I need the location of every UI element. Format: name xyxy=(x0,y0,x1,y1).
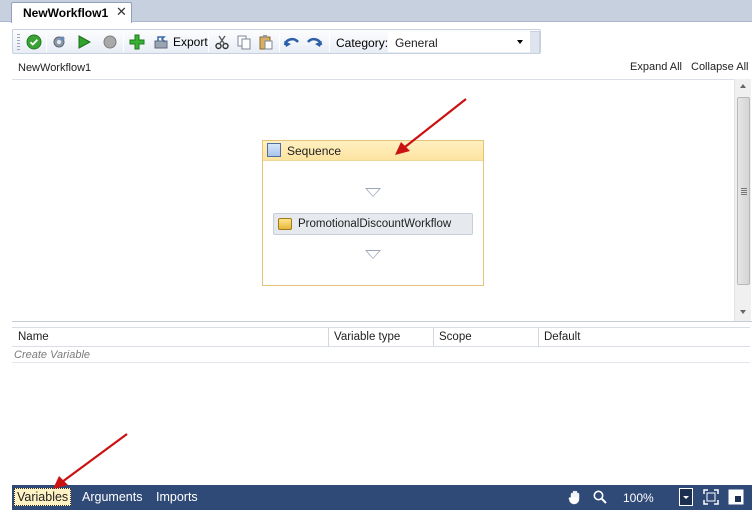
toolbar-overflow-handle[interactable] xyxy=(530,31,540,54)
create-variable-row[interactable]: Create Variable xyxy=(14,349,90,361)
column-divider[interactable] xyxy=(433,328,434,347)
column-header-scope[interactable]: Scope xyxy=(439,331,472,343)
sequence-icon xyxy=(267,143,281,157)
document-tab-strip: NewWorkflow1 ✕ xyxy=(0,0,752,23)
expand-all-link[interactable]: Expand All xyxy=(630,61,682,73)
zoom-magnifier-icon[interactable] xyxy=(592,489,608,505)
variables-grid-header: Name Variable type Scope Default xyxy=(12,327,750,347)
cut-icon[interactable] xyxy=(213,33,231,51)
chevron-down-icon xyxy=(517,40,523,44)
toolbar-separator xyxy=(123,33,124,52)
toolbar-separator xyxy=(46,33,47,52)
sequence-activity[interactable]: Sequence PromotionalDiscountWorkflow xyxy=(262,140,484,286)
gear-icon[interactable] xyxy=(50,33,68,51)
close-icon[interactable]: ✕ xyxy=(116,4,127,20)
overview-map-icon[interactable] xyxy=(728,489,744,505)
run-icon[interactable] xyxy=(75,33,93,51)
collapse-all-link[interactable]: Collapse All xyxy=(691,61,748,73)
column-divider[interactable] xyxy=(328,328,329,347)
activity-promotional-discount-workflow[interactable]: PromotionalDiscountWorkflow xyxy=(273,213,473,235)
check-circle-icon[interactable] xyxy=(25,33,43,51)
activity-label: PromotionalDiscountWorkflow xyxy=(298,218,452,230)
add-icon[interactable] xyxy=(128,33,146,51)
workflow-activity-icon xyxy=(278,218,292,230)
drop-target-arrow-icon[interactable] xyxy=(365,188,381,197)
scrollbar-thumb[interactable] xyxy=(737,97,750,285)
zoom-dropdown-icon[interactable] xyxy=(678,488,694,506)
breadcrumb: NewWorkflow1 Expand All Collapse All xyxy=(12,59,752,79)
breadcrumb-item[interactable]: NewWorkflow1 xyxy=(18,62,91,74)
tab-newworkflow1[interactable]: NewWorkflow1 ✕ xyxy=(11,2,132,23)
pan-hand-icon[interactable] xyxy=(567,489,583,505)
toolbar-grip[interactable] xyxy=(17,34,20,51)
sequence-title: Sequence xyxy=(287,144,342,158)
designer-vertical-scrollbar[interactable] xyxy=(734,79,751,321)
undo-icon[interactable] xyxy=(283,33,301,51)
designer-toolbar: Export Category: General xyxy=(12,29,541,54)
fit-to-screen-icon[interactable] xyxy=(703,489,719,505)
variables-panel: Name Variable type Scope Default Create … xyxy=(12,321,752,485)
variables-tab[interactable]: Variables xyxy=(14,488,72,506)
scroll-down-icon[interactable] xyxy=(740,310,746,314)
zoom-level: 100% xyxy=(623,491,654,505)
column-header-variable-type[interactable]: Variable type xyxy=(334,331,400,343)
toolbar-separator xyxy=(208,33,209,52)
category-dropdown[interactable]: General xyxy=(388,32,530,52)
column-header-name[interactable]: Name xyxy=(18,331,49,343)
scroll-grip-icon xyxy=(741,188,747,195)
paste-icon[interactable] xyxy=(257,33,275,51)
toolbar-separator xyxy=(279,33,280,52)
designer-bottom-bar: Variables Arguments Imports 100% xyxy=(12,485,752,510)
grid-row-divider xyxy=(12,362,750,363)
drop-target-arrow-icon[interactable] xyxy=(365,250,381,259)
export-icon[interactable] xyxy=(152,33,170,51)
arguments-tab[interactable]: Arguments xyxy=(82,490,142,504)
toolbar-separator xyxy=(329,33,330,52)
redo-icon[interactable] xyxy=(305,33,323,51)
column-header-default[interactable]: Default xyxy=(544,331,580,343)
stop-icon[interactable] xyxy=(101,33,119,51)
column-divider[interactable] xyxy=(538,328,539,347)
category-value: General xyxy=(395,36,438,50)
sequence-header[interactable]: Sequence xyxy=(263,141,483,161)
tab-title: NewWorkflow1 xyxy=(23,6,109,20)
imports-tab[interactable]: Imports xyxy=(156,490,198,504)
copy-icon[interactable] xyxy=(235,33,253,51)
export-button[interactable]: Export xyxy=(173,35,208,49)
category-label: Category: xyxy=(336,36,389,50)
scroll-up-icon[interactable] xyxy=(740,84,746,88)
